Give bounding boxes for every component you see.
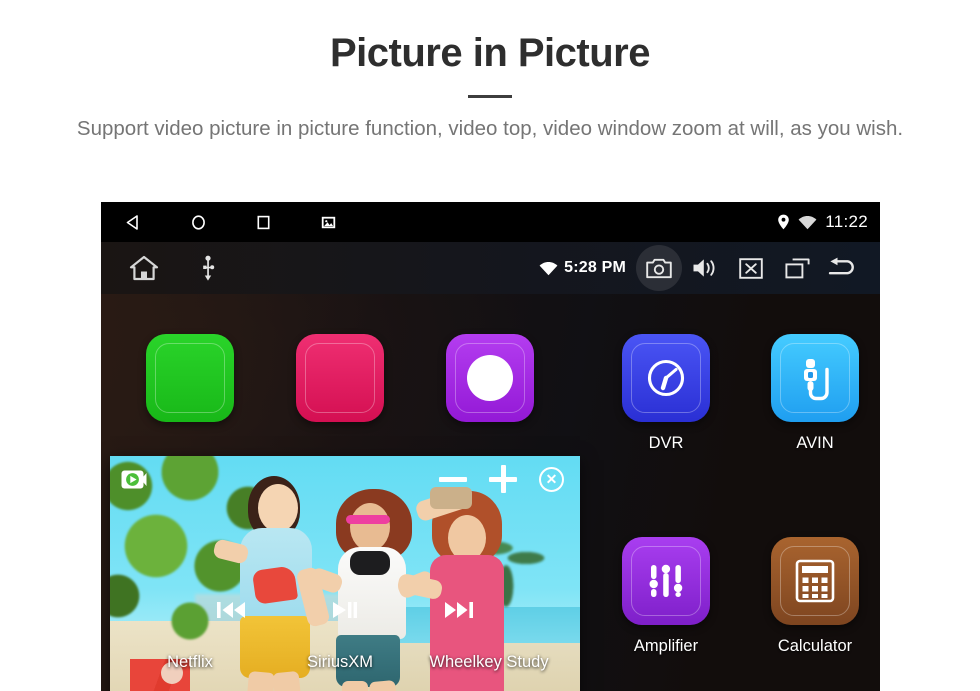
avin-plug-icon (771, 334, 859, 422)
app-label: DVR (648, 434, 684, 452)
pip-playback-controls (110, 599, 580, 621)
launcher-home-screen: DVR AVIN Amplifier Calculator ✕ Netflix … (101, 294, 880, 691)
page-title: Picture in Picture (330, 31, 650, 75)
app-dvr[interactable]: DVR (591, 334, 741, 453)
previous-track-button[interactable] (216, 599, 246, 621)
amplifier-sliders-icon (622, 537, 710, 625)
close-button[interactable] (728, 245, 774, 291)
location-pin-icon (777, 214, 790, 230)
zoom-in-button[interactable] (489, 465, 517, 493)
wifi-icon (798, 215, 817, 230)
app-wheelkey-study[interactable] (415, 334, 565, 422)
toolbar-clock: 5:28 PM (564, 259, 626, 276)
multitask-button[interactable] (774, 245, 820, 291)
dock-labels: Netflix SiriusXM Wheelkey Study (101, 633, 880, 691)
dock-label-wheelkey-study: Wheelkey Study (429, 652, 549, 671)
app-toolbar: 5:28 PM (101, 242, 880, 294)
dock-label-netflix: Netflix (167, 652, 213, 671)
siriusxm-icon (296, 334, 384, 422)
close-icon[interactable]: ✕ (539, 466, 564, 492)
app-netflix[interactable] (115, 334, 265, 422)
play-pause-button[interactable] (332, 599, 358, 621)
recents-icon[interactable] (231, 202, 296, 242)
page-header: Picture in Picture Support video picture… (0, 0, 980, 144)
home-outline-icon[interactable] (129, 255, 159, 281)
camera-button[interactable] (636, 245, 682, 291)
app-label: AVIN (796, 434, 834, 452)
toolbar-right: 5:28 PM (539, 242, 866, 294)
app-avin[interactable]: AVIN (740, 334, 880, 453)
back-button[interactable] (820, 245, 866, 291)
navigation-buttons (101, 202, 361, 242)
device-screen: 11:22 5:28 PM DVR AVIN Amplifier Calcula… (101, 202, 880, 691)
zoom-out-button[interactable] (439, 476, 467, 482)
video-camera-play-icon (121, 467, 151, 491)
back-icon[interactable] (101, 202, 166, 242)
status-bar-clock: 11:22 (825, 212, 868, 231)
wifi-icon (539, 261, 558, 276)
wheelkey-study-icon (446, 334, 534, 422)
home-icon[interactable] (166, 202, 231, 242)
android-status-bar: 11:22 (101, 202, 880, 242)
calculator-icon (771, 537, 859, 625)
volume-button[interactable] (682, 245, 728, 291)
title-divider (468, 95, 512, 98)
page-subtitle: Support video picture in picture functio… (76, 117, 904, 140)
dvr-gauge-icon (622, 334, 710, 422)
next-track-button[interactable] (444, 599, 474, 621)
status-bar-right: 11:22 (777, 202, 868, 242)
toolbar-left (101, 255, 215, 281)
netflix-icon (146, 334, 234, 422)
dock-label-siriusxm: SiriusXM (306, 652, 374, 671)
app-siriusxm[interactable] (265, 334, 415, 422)
pip-toolbar: ✕ (110, 456, 580, 502)
pip-window-controls: ✕ (439, 465, 580, 493)
usb-icon[interactable] (201, 255, 215, 281)
screenshot-icon[interactable] (296, 202, 361, 242)
